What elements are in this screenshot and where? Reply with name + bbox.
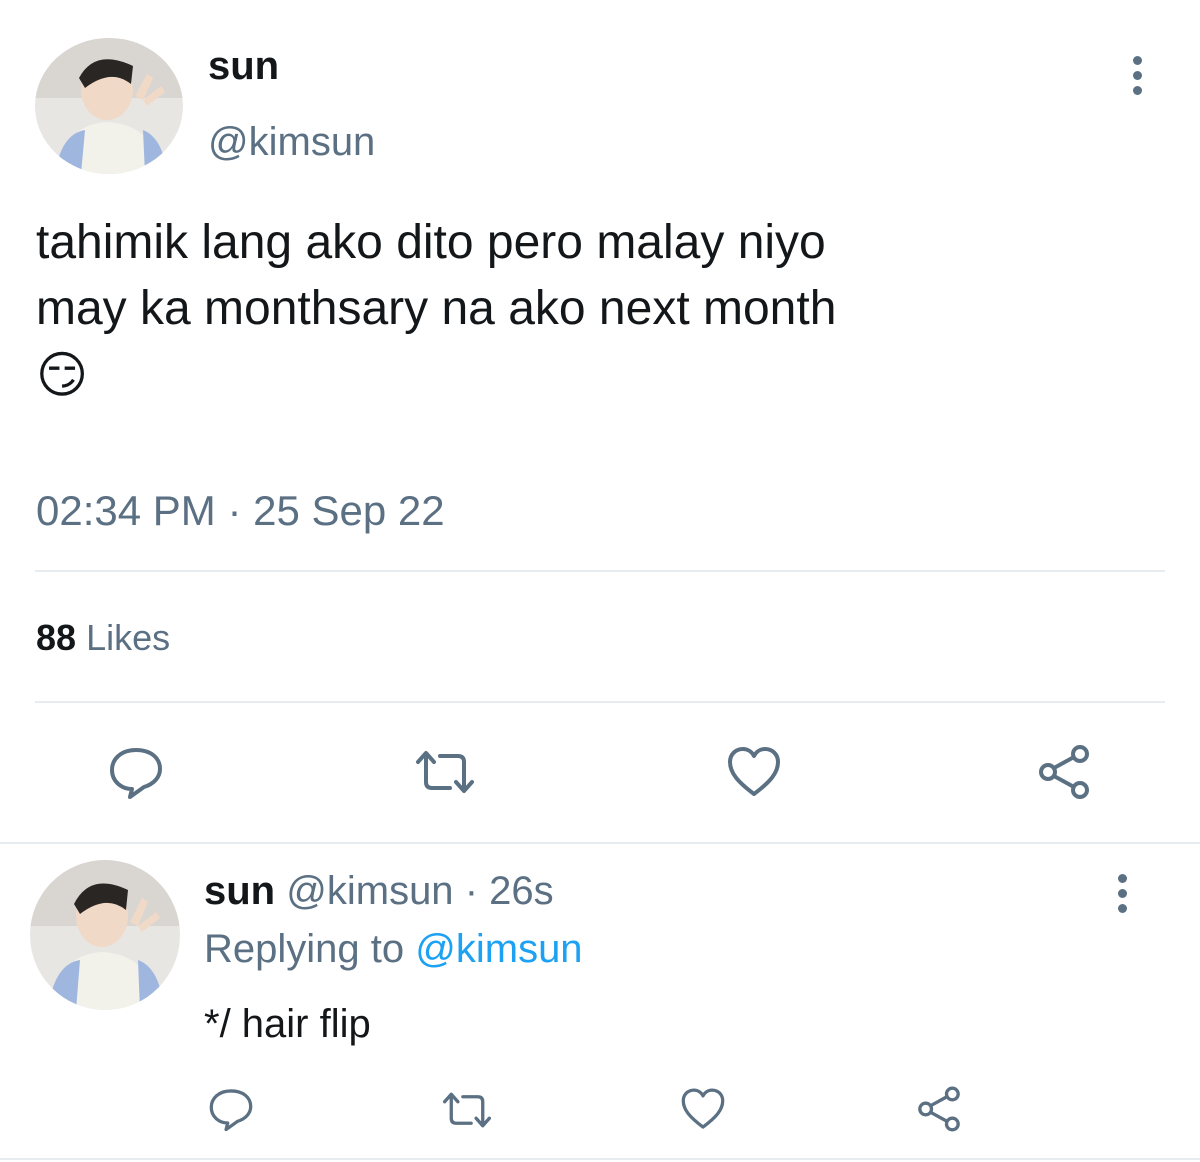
tweet-text: tahimik lang ako dito pero malay niyo ma… (36, 215, 1176, 405)
likes-stat[interactable]: 88 Likes (36, 614, 170, 662)
divider (35, 701, 1165, 703)
heart-icon[interactable] (678, 1086, 728, 1132)
share-icon[interactable] (914, 1084, 964, 1134)
avatar[interactable] (30, 860, 180, 1010)
more-vertical-icon[interactable] (1131, 56, 1143, 101)
reply-text: */ hair flip (204, 1002, 371, 1046)
smirk-emoji: 😏 (36, 347, 89, 403)
share-icon[interactable] (1034, 742, 1094, 802)
likes-label: Likes (86, 617, 171, 658)
tweet-text-line: may ka monthsary na ako next month (36, 282, 837, 335)
divider (35, 570, 1165, 572)
handle[interactable]: @kimsun (286, 869, 453, 913)
comment-bubble-icon[interactable] (106, 744, 166, 800)
tweet-text-line: tahimik lang ako dito pero malay niyo (36, 216, 826, 269)
comment-bubble-icon[interactable] (206, 1086, 256, 1132)
display-name[interactable]: sun (208, 40, 279, 92)
reply-header: sun @kimsun · 26s (204, 866, 554, 916)
display-name[interactable]: sun (204, 869, 275, 913)
retweet-icon[interactable] (438, 1090, 496, 1130)
retweet-icon[interactable] (410, 748, 480, 796)
likes-count: 88 (36, 617, 77, 658)
replying-to-label: Replying to (204, 927, 405, 971)
handle[interactable]: @kimsun (208, 116, 375, 168)
divider (0, 842, 1200, 844)
replying-to-handle[interactable]: @kimsun (415, 927, 582, 971)
replying-to: Replying to @kimsun (204, 924, 583, 974)
avatar[interactable] (35, 38, 183, 174)
timestamp[interactable]: 02:34 PM · 25 Sep 22 (36, 484, 445, 538)
tweet-age[interactable]: · 26s (465, 869, 554, 913)
heart-icon[interactable] (724, 744, 784, 800)
more-vertical-icon[interactable] (1116, 874, 1128, 919)
divider (0, 1158, 1200, 1160)
